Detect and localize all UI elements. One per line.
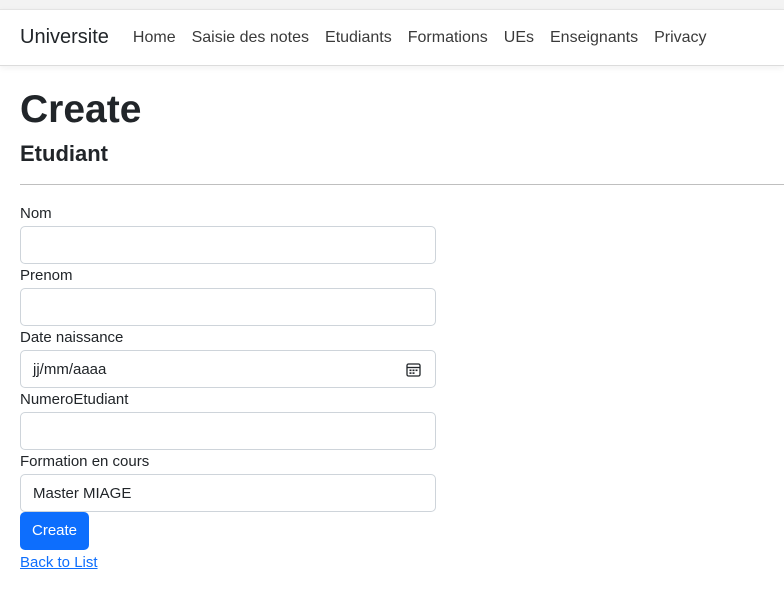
back-to-list-link[interactable]: Back to List: [20, 554, 436, 571]
calendar-icon[interactable]: [406, 362, 421, 377]
nav-link-saisie-des-notes[interactable]: Saisie des notes: [192, 29, 309, 47]
create-etudiant-form: Nom Prenom Date naissance jj/mm/aaaa Num…: [20, 205, 436, 571]
date-naissance-label: Date naissance: [20, 329, 124, 346]
nav-link-formations[interactable]: Formations: [408, 29, 488, 47]
navbar-brand[interactable]: Universite: [20, 26, 109, 49]
browser-top-strip: [0, 0, 784, 9]
nom-label: Nom: [20, 205, 52, 222]
nav-link-ues[interactable]: UEs: [504, 29, 534, 47]
prenom-input[interactable]: [20, 288, 436, 326]
formation-select[interactable]: Master MIAGE: [20, 474, 436, 512]
page-title: Create: [20, 88, 142, 131]
create-button[interactable]: Create: [20, 512, 90, 550]
date-naissance-input[interactable]: jj/mm/aaaa: [20, 350, 436, 388]
nav-link-privacy[interactable]: Privacy: [654, 29, 706, 47]
divider: [20, 184, 784, 185]
nom-input[interactable]: [20, 226, 436, 264]
nav-link-etudiants[interactable]: Etudiants: [325, 29, 392, 47]
numero-etudiant-label: NumeroEtudiant: [20, 391, 129, 408]
nav-link-home[interactable]: Home: [133, 29, 176, 47]
entity-title: Etudiant: [20, 141, 108, 166]
prenom-label: Prenom: [20, 267, 73, 284]
formation-label: Formation en cours: [20, 453, 150, 470]
date-naissance-value: jj/mm/aaaa: [33, 360, 107, 378]
main-content: Create Etudiant Nom Prenom Date naissanc…: [0, 88, 784, 571]
numero-etudiant-input[interactable]: [20, 412, 436, 450]
nav-link-enseignants[interactable]: Enseignants: [550, 29, 638, 47]
navbar: Universite Home Saisie des notes Etudian…: [0, 9, 784, 66]
